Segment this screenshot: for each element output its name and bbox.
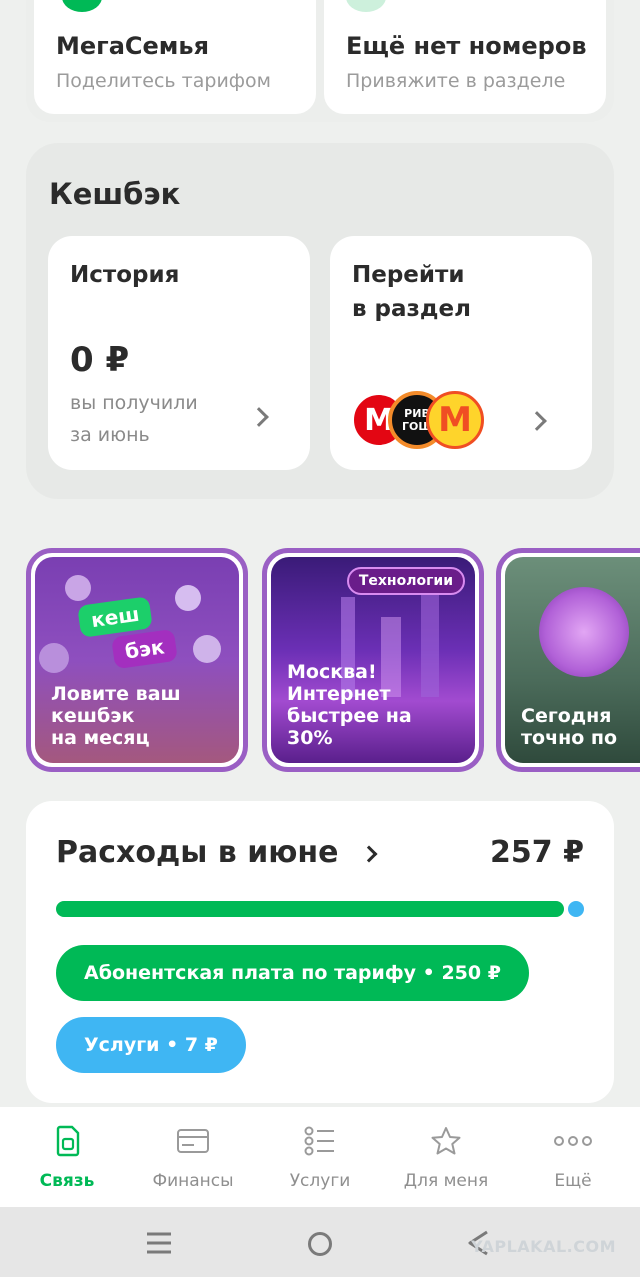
tower-shape [421, 587, 439, 697]
coin-icon [175, 585, 201, 611]
tab-more[interactable]: Ещё [518, 1123, 628, 1191]
cashback-sticker-bottom: бэк [111, 628, 179, 670]
tab-label: Услуги [289, 1171, 351, 1191]
cashback-goto-card[interactable]: Перейти в раздел М РИВ ГОШ М [330, 236, 592, 470]
linked-numbers-card[interactable]: Ещё нет номеров Привяжите в разделе [324, 0, 606, 114]
chevron-right-icon [360, 845, 378, 862]
tab-services[interactable]: Услуги [265, 1123, 375, 1191]
cashback-heading: Кешбэк [49, 177, 181, 211]
story-today-text: Сегодня точно по [521, 705, 618, 749]
family-icon [62, 0, 102, 12]
expenses-progress-bar [56, 901, 584, 917]
megasemya-title: МегаСемья [56, 32, 209, 60]
expenses-card[interactable]: Расходы в июне 257 ₽ Абонентская плата п… [26, 801, 614, 1103]
tab-svyaz[interactable]: Связь [12, 1123, 122, 1191]
tab-finance[interactable]: Финансы [138, 1123, 248, 1191]
goto-title-line-2: в раздел [352, 296, 471, 322]
desc-line-1: вы получили [70, 392, 198, 414]
cashback-history-card[interactable]: История 0 ₽ вы получили за июнь [48, 236, 310, 470]
star-icon [426, 1123, 466, 1159]
history-title: История [70, 262, 180, 288]
megasemya-subtitle: Поделитесь тарифом [56, 70, 271, 92]
goto-title-line-1: Перейти [352, 262, 465, 288]
tab-label: Связь [39, 1171, 95, 1191]
story-moscow-image: Технологии Москва! Интернет быстрее на 3… [271, 557, 475, 763]
chevron-right-icon [249, 407, 269, 427]
tab-label: Для меня [403, 1171, 489, 1191]
story-today-image: Сегодня точно по [505, 557, 640, 763]
bottom-tab-bar: Связь Финансы Услуги Для меня Ещё [0, 1107, 640, 1207]
expense-bar-segment [56, 901, 565, 917]
cashback-section: Кешбэк История 0 ₽ вы получили за июнь П… [26, 143, 614, 499]
yandex-market-logo: М [426, 391, 484, 449]
more-dots-icon [553, 1123, 593, 1159]
megasemya-card[interactable]: МегаСемья Поделитесь тарифом [34, 0, 316, 114]
expenses-title-row[interactable]: Расходы в июне [56, 835, 378, 870]
numbers-icon [346, 0, 386, 12]
cashback-description: вы получили за июнь [70, 387, 198, 451]
story-today[interactable]: Сегодня точно по [496, 548, 640, 772]
sim-card-icon [47, 1123, 87, 1159]
linked-numbers-title: Ещё нет номеров [346, 32, 587, 60]
story-moscow-internet[interactable]: Технологии Москва! Интернет быстрее на 3… [262, 548, 484, 772]
system-navigation-bar: YAPLAKAL.COM [0, 1207, 640, 1277]
story-cashback-text: Ловите ваш кешбэк на месяц [51, 683, 181, 749]
linked-numbers-subtitle: Привяжите в разделе [346, 70, 566, 92]
coin-icon [193, 635, 221, 663]
services-chip[interactable]: Услуги • 7 ₽ [56, 1017, 246, 1073]
story-cashback-image: кеш бэк Ловите ваш кешбэк на месяц [35, 557, 239, 763]
story-moscow-text: Москва! Интернет быстрее на 30% [287, 661, 412, 749]
tab-label: Ещё [554, 1171, 592, 1191]
desc-line-2: за июнь [70, 424, 150, 446]
flower-shape [539, 587, 629, 677]
watermark: YAPLAKAL.COM [470, 1237, 616, 1256]
wallet-card-icon [173, 1123, 213, 1159]
market-logo-text: М [438, 400, 472, 440]
chevron-right-icon [527, 411, 547, 431]
cashback-amount: 0 ₽ [70, 340, 130, 380]
expense-bar-segment [568, 901, 584, 917]
list-icon [300, 1123, 340, 1159]
cashback-sticker-top: кеш [77, 596, 154, 638]
coin-icon [39, 643, 69, 673]
home-icon[interactable] [307, 1231, 333, 1261]
technology-tag: Технологии [346, 567, 465, 595]
tab-label: Финансы [152, 1171, 234, 1191]
tab-for-me[interactable]: Для меня [391, 1123, 501, 1191]
coin-icon [65, 575, 91, 601]
subscription-fee-chip[interactable]: Абонентская плата по тарифу • 250 ₽ [56, 945, 529, 1001]
top-cards-section: МегаСемья Поделитесь тарифом Ещё нет ном… [26, 0, 614, 122]
expenses-title: Расходы в июне [56, 835, 339, 870]
goto-title: Перейти в раздел [352, 258, 471, 326]
partner-logos: М РИВ ГОШ М [350, 391, 490, 451]
story-cashback[interactable]: кеш бэк Ловите ваш кешбэк на месяц [26, 548, 248, 772]
stories-carousel[interactable]: кеш бэк Ловите ваш кешбэк на месяц Техно… [0, 548, 640, 774]
menu-icon[interactable] [146, 1231, 172, 1259]
expenses-total: 257 ₽ [490, 835, 584, 870]
